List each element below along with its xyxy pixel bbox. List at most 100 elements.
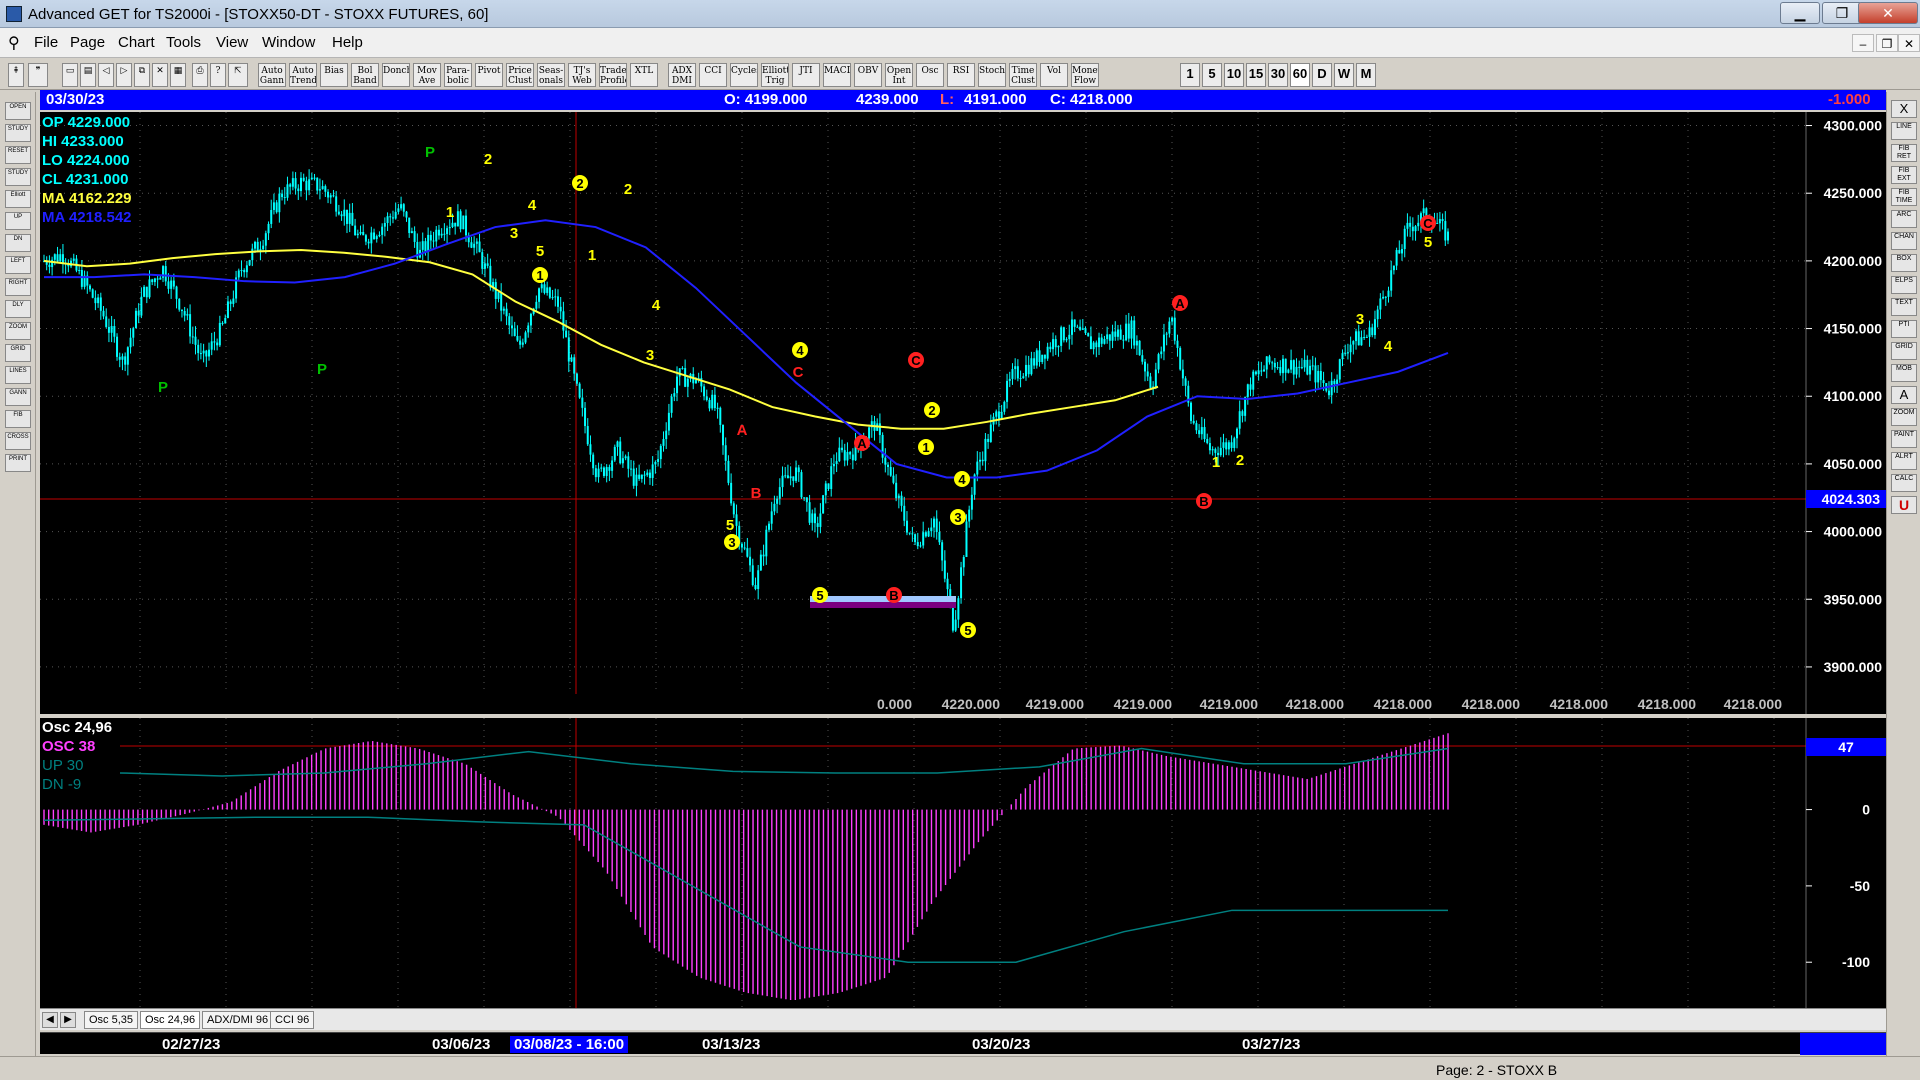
mdi-restore-button[interactable]: ❐ xyxy=(1876,34,1898,52)
quote-tool-icon[interactable]: ❞ xyxy=(28,63,48,87)
drawing-tool-button[interactable]: ALRT xyxy=(1891,452,1917,470)
close-button[interactable]: ✕ xyxy=(1858,2,1918,24)
left-tool-button[interactable]: STUDY xyxy=(5,168,31,186)
indicator-button[interactable]: Cycles xyxy=(730,63,758,87)
indicator-button[interactable]: Trade Profile xyxy=(599,63,627,87)
drawing-tool-button[interactable]: MOB xyxy=(1891,364,1917,382)
left-tool-button[interactable]: UP xyxy=(5,212,31,230)
left-tool-button[interactable]: FIB xyxy=(5,410,31,428)
indicator-button[interactable]: TJ's Web xyxy=(568,63,596,87)
indicator-button[interactable]: Pivot xyxy=(475,63,503,87)
timeframe-button[interactable]: 5 xyxy=(1202,63,1222,87)
indicator-button[interactable]: Auto Gann xyxy=(258,63,286,87)
app-menu-icon[interactable]: ⚲ xyxy=(8,33,20,53)
drawing-tool-button[interactable]: BOX xyxy=(1891,254,1917,272)
tab-scroll-left-icon[interactable]: ◀ xyxy=(42,1012,58,1028)
menu-window[interactable]: Window xyxy=(262,34,315,51)
indicator-button[interactable]: MACD xyxy=(823,63,851,87)
drawing-tool-button[interactable]: CALC xyxy=(1891,474,1917,492)
indicator-button[interactable]: ADX DMI xyxy=(668,63,696,87)
timeframe-button[interactable]: D xyxy=(1312,63,1332,87)
indicator-button[interactable]: Elliott Trig xyxy=(761,63,789,87)
indicator-button[interactable]: Para-bolic xyxy=(444,63,472,87)
drawing-tool-button[interactable]: FIB RET xyxy=(1891,144,1917,162)
drawing-tool-button[interactable]: A xyxy=(1891,386,1917,404)
tab-osc-5-35[interactable]: Osc 5,35 xyxy=(84,1011,139,1029)
copy-icon[interactable]: ⧉ xyxy=(134,63,150,87)
left-tool-button[interactable]: RESET xyxy=(5,146,31,164)
indicator-button[interactable]: RSI xyxy=(947,63,975,87)
left-tool-button[interactable]: PRINT xyxy=(5,454,31,472)
timeframe-button[interactable]: W xyxy=(1334,63,1354,87)
left-tool-button[interactable]: Elliott xyxy=(5,190,31,208)
drawing-tool-button[interactable]: PAINT xyxy=(1891,430,1917,448)
timeframe-button[interactable]: 15 xyxy=(1246,63,1266,87)
left-tool-button[interactable]: GANN xyxy=(5,388,31,406)
left-tool-button[interactable]: LINES xyxy=(5,366,31,384)
indicator-button[interactable]: OBV xyxy=(854,63,882,87)
left-tool-button[interactable]: DN xyxy=(5,234,31,252)
left-tool-button[interactable]: LEFT xyxy=(5,256,31,274)
indicator-button[interactable]: Price Clust xyxy=(506,63,534,87)
price-chart-pane[interactable]: P214352211PP43AB534CA5BC21435AB12345C 43… xyxy=(40,112,1886,714)
context-help-icon[interactable]: ⇱ xyxy=(228,63,248,87)
timeframe-button[interactable]: 1 xyxy=(1180,63,1200,87)
print-icon[interactable]: ⎙ xyxy=(192,63,208,87)
drawing-tool-button[interactable]: ZOOM xyxy=(1891,408,1917,426)
menu-page[interactable]: Page xyxy=(70,34,105,51)
tab-adx-dmi-96[interactable]: ADX/DMI 96 xyxy=(202,1011,274,1029)
drawing-tool-button[interactable]: X xyxy=(1891,100,1917,118)
indicator-button[interactable]: Money Flow xyxy=(1071,63,1099,87)
left-tool-button[interactable]: GRID xyxy=(5,344,31,362)
left-tool-button[interactable]: ZOOM xyxy=(5,322,31,340)
indicator-button[interactable]: XTL xyxy=(630,63,658,87)
maximize-button[interactable]: ❐ xyxy=(1822,2,1862,24)
open-page-icon[interactable]: ▤ xyxy=(80,63,96,87)
prev-page-icon[interactable]: ◁ xyxy=(98,63,114,87)
oscillator-chart[interactable]: 0 -50 -100 47 Osc 24,96 OSC 38 UP 30 DN -9 xyxy=(40,718,1886,1008)
indicator-button[interactable]: Seas-onals xyxy=(537,63,565,87)
tab-scroll-right-icon[interactable]: ▶ xyxy=(60,1012,76,1028)
menu-file[interactable]: File xyxy=(34,34,58,51)
drawing-tool-button[interactable]: GRID xyxy=(1891,342,1917,360)
indicator-button[interactable]: JTI xyxy=(792,63,820,87)
timeframe-button[interactable]: 60 xyxy=(1290,63,1310,87)
menu-view[interactable]: View xyxy=(216,34,248,51)
left-tool-button[interactable]: CROSS xyxy=(5,432,31,450)
menu-chart[interactable]: Chart xyxy=(118,34,155,51)
indicator-button[interactable]: Bol Band xyxy=(351,63,379,87)
indicator-button[interactable]: Vol xyxy=(1040,63,1068,87)
indicator-button[interactable]: CCI xyxy=(699,63,727,87)
grid-icon[interactable]: ▦ xyxy=(170,63,186,87)
delete-icon[interactable]: ✕ xyxy=(152,63,168,87)
left-tool-button[interactable]: OPEN xyxy=(5,102,31,120)
left-tool-button[interactable]: DLY xyxy=(5,300,31,318)
indicator-button[interactable]: Bias xyxy=(320,63,348,87)
timeframe-button[interactable]: M xyxy=(1356,63,1376,87)
drawing-tool-button[interactable]: ARC xyxy=(1891,210,1917,228)
drawing-tool-button[interactable]: CHAN xyxy=(1891,232,1917,250)
pointer-tool-icon[interactable]: ⇞ xyxy=(8,63,24,87)
menu-help[interactable]: Help xyxy=(332,34,363,51)
left-tool-button[interactable]: STUDY xyxy=(5,124,31,142)
drawing-tool-button[interactable]: ELPS xyxy=(1891,276,1917,294)
indicator-button[interactable]: Donch xyxy=(382,63,410,87)
drawing-tool-button[interactable]: TEXT xyxy=(1891,298,1917,316)
drawing-tool-button[interactable]: PTI xyxy=(1891,320,1917,338)
left-tool-button[interactable]: RIGHT xyxy=(5,278,31,296)
help-icon[interactable]: ? xyxy=(210,63,226,87)
drawing-tool-button[interactable]: FIB EXT xyxy=(1891,166,1917,184)
timeframe-button[interactable]: 30 xyxy=(1268,63,1288,87)
tab-cci-96[interactable]: CCI 96 xyxy=(270,1011,315,1029)
timeframe-button[interactable]: 10 xyxy=(1224,63,1244,87)
menu-tools[interactable]: Tools xyxy=(166,34,201,51)
indicator-button[interactable]: Osc xyxy=(916,63,944,87)
oscillator-pane[interactable]: 0 -50 -100 47 Osc 24,96 OSC 38 UP 30 DN -9 xyxy=(40,718,1886,1008)
indicator-button[interactable]: Mov Ave xyxy=(413,63,441,87)
tab-osc-24-96[interactable]: Osc 24,96 xyxy=(140,1011,201,1029)
indicator-button[interactable]: Auto Trend xyxy=(289,63,317,87)
drawing-tool-button[interactable]: LINE xyxy=(1891,122,1917,140)
mdi-close-button[interactable]: ✕ xyxy=(1898,34,1920,52)
indicator-button[interactable]: Time Clust xyxy=(1009,63,1037,87)
price-chart[interactable]: P 21 4352 211PP43AB534CA5 BC21435AB1 2345C 43… xyxy=(40,112,1886,714)
